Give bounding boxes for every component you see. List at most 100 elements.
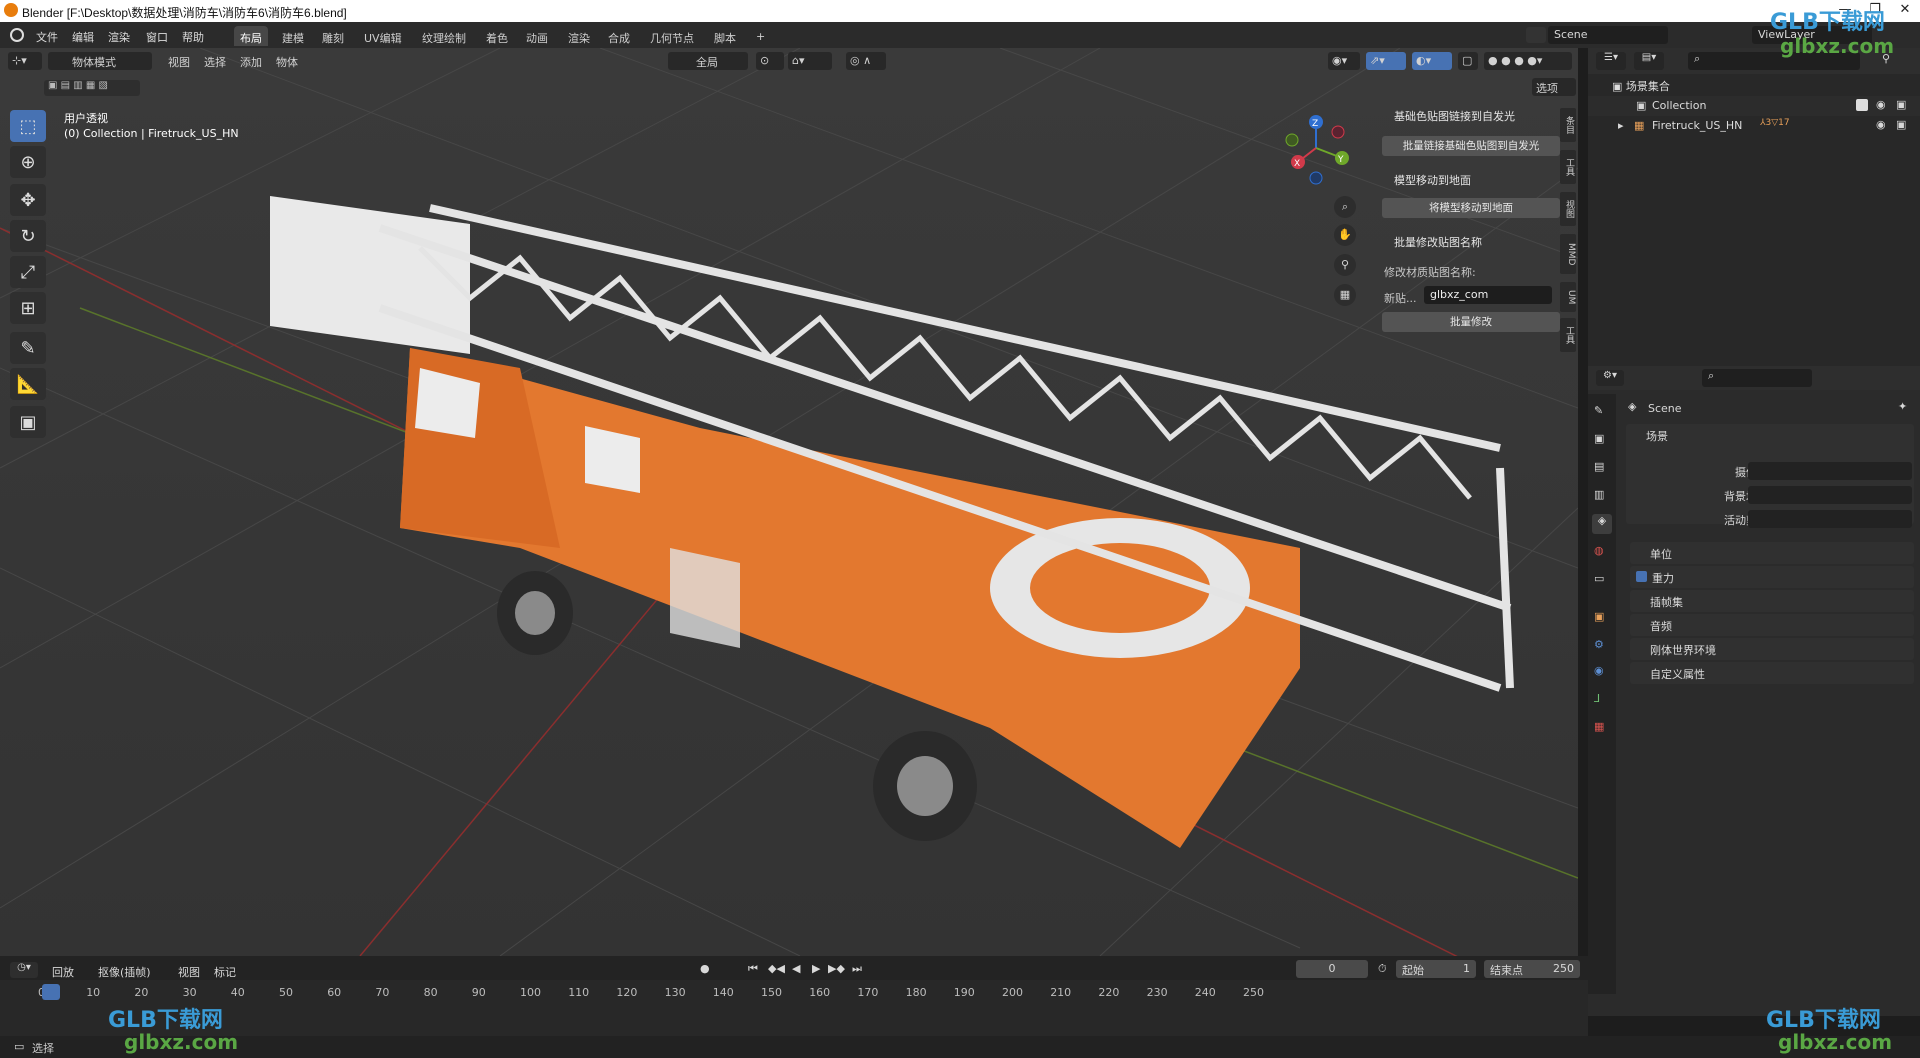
menu-select[interactable]: 选择 <box>200 52 230 70</box>
end-frame-field[interactable]: 结束点 250 <box>1484 960 1580 978</box>
tab-modeling[interactable]: 建模 <box>276 26 310 46</box>
jump-end-icon[interactable]: ⏭ <box>852 962 862 976</box>
tab-texture-paint[interactable]: 纹理绘制 <box>416 26 472 46</box>
select-box-tool[interactable]: ⬚ <box>10 110 46 142</box>
gravity-checkbox[interactable] <box>1636 571 1647 582</box>
camera-view-icon[interactable]: ⚲ <box>1334 254 1356 276</box>
object-tab-icon[interactable]: ▣ <box>1594 610 1604 623</box>
scale-tool[interactable]: ⤢ <box>10 256 46 288</box>
tab-scripting[interactable]: 脚本 <box>708 26 742 46</box>
close-icon[interactable]: ✕ <box>1890 2 1920 17</box>
section-rename-title[interactable]: 批量修改贴图名称 <box>1380 234 1482 250</box>
bg-scene-field[interactable] <box>1748 486 1912 504</box>
xray-icon[interactable]: ▢ <box>1458 52 1478 70</box>
stopwatch-icon[interactable]: ⏱ <box>1378 962 1387 976</box>
start-frame-field[interactable]: 起始 1 <box>1396 960 1476 978</box>
cursor-tool[interactable]: ⊕ <box>10 146 46 178</box>
pin-icon[interactable]: ✦ <box>1898 400 1907 413</box>
playhead[interactable] <box>42 984 60 1000</box>
tab-um[interactable]: UM <box>1560 282 1576 312</box>
tab-tool-2[interactable]: 工具 <box>1560 318 1576 352</box>
scene-name-field[interactable]: Scene <box>1548 26 1668 44</box>
camera-icon[interactable]: ▣ <box>1896 118 1906 131</box>
outliner-root[interactable]: ▣ 场景集合 <box>1612 78 1670 94</box>
current-frame-field[interactable]: 0 <box>1296 960 1368 978</box>
eye-icon[interactable]: ◉ <box>1876 118 1886 131</box>
menu-view[interactable]: 视图 <box>178 964 200 980</box>
menu-marker[interactable]: 标记 <box>214 964 236 980</box>
outliner-row-firetruck[interactable]: ▸ ▦ Firetruck_US_HN ⅄3▽17 ◉ ▣ <box>1588 116 1920 136</box>
play-icon[interactable]: ▶ <box>812 962 820 975</box>
units-section[interactable]: 单位 <box>1630 542 1914 564</box>
pivot-icon[interactable]: ⊙ <box>756 52 784 70</box>
rotate-tool[interactable]: ↻ <box>10 220 46 252</box>
add-cube-tool[interactable]: ▣ <box>10 406 46 438</box>
scene-selector-icon[interactable] <box>1526 27 1546 43</box>
prev-keyframe-icon[interactable]: ◆◀ <box>768 962 785 975</box>
audio-section[interactable]: 音频 <box>1630 614 1914 636</box>
transform-tool[interactable]: ⊞ <box>10 292 46 324</box>
move-tool[interactable]: ✥ <box>10 184 46 216</box>
batch-rename-button[interactable]: 批量修改 <box>1382 312 1560 332</box>
menu-view[interactable]: 视图 <box>164 52 194 70</box>
keying-sets-section[interactable]: 插帧集 <box>1630 590 1914 612</box>
gravity-section[interactable]: 重力 <box>1630 566 1914 588</box>
shading-modes-icon[interactable]: ● ● ● ●▾ <box>1484 52 1572 70</box>
rigid-body-world-section[interactable]: 刚体世界环境 <box>1630 638 1914 660</box>
menu-window[interactable]: 窗口 <box>146 29 168 45</box>
link-emission-button[interactable]: 批量链接基础色贴图到自发光 <box>1382 136 1560 156</box>
menu-keying[interactable]: 抠像(插帧) <box>98 964 151 980</box>
outliner-editor-icon[interactable]: ☰▾ <box>1596 52 1626 70</box>
tab-compositing[interactable]: 合成 <box>602 26 636 46</box>
exclude-checkbox[interactable] <box>1856 99 1868 111</box>
navigation-gizmo[interactable]: Z Y X <box>1280 112 1360 192</box>
record-button[interactable]: ● <box>700 962 710 975</box>
view-layer-tab-icon[interactable]: ▥ <box>1594 488 1604 501</box>
properties-search-input[interactable]: ⌕ <box>1702 369 1812 387</box>
snap-icon[interactable]: ⌂▾ <box>788 52 832 70</box>
constraint-tab-icon[interactable]: ⅃ <box>1594 692 1600 705</box>
expand-arrow-icon[interactable]: ▸ <box>1618 119 1624 132</box>
move-to-ground-button[interactable]: 将模型移动到地面 <box>1382 198 1560 218</box>
select-mode-icons[interactable]: ▣ ▤ ▥ ▦ ▧ <box>44 80 140 96</box>
overlay-toggle-icon[interactable]: ◐▾ <box>1412 52 1452 70</box>
menu-render[interactable]: 渲染 <box>108 29 130 45</box>
play-reverse-icon[interactable]: ◀ <box>792 962 800 975</box>
menu-file[interactable]: 文件 <box>36 29 58 45</box>
tab-mmd[interactable]: MMD <box>1560 234 1576 274</box>
menu-object[interactable]: 物体 <box>272 52 302 70</box>
gizmo-toggle-icon[interactable]: ⇗▾ <box>1366 52 1406 70</box>
mode-dropdown[interactable]: 物体模式 <box>48 52 152 70</box>
camera-field[interactable] <box>1748 462 1912 480</box>
transform-orientation-dropdown[interactable]: 全局 <box>668 52 748 70</box>
pan-hand-icon[interactable]: ✋ <box>1334 224 1356 246</box>
tab-rendering[interactable]: 渲染 <box>562 26 596 46</box>
section-ground-title[interactable]: 模型移动到地面 <box>1380 172 1471 188</box>
scene-tab-icon[interactable]: ◈ <box>1592 514 1612 534</box>
frame-ruler[interactable]: 0102030405060708090100110120130140150160… <box>0 980 1588 1036</box>
tool-tab-icon[interactable]: ✎ <box>1594 404 1603 417</box>
tab-item[interactable]: 条目 <box>1560 108 1576 142</box>
physics-tab-icon[interactable]: ◉ <box>1594 664 1604 677</box>
menu-add[interactable]: 添加 <box>236 52 266 70</box>
texture-tab-icon[interactable]: ▦ <box>1594 720 1604 733</box>
tab-view[interactable]: 视图 <box>1560 192 1576 226</box>
zoom-icon[interactable]: ⌕ <box>1334 196 1356 218</box>
tab-geometry-nodes[interactable]: 几何节点 <box>644 26 700 46</box>
next-keyframe-icon[interactable]: ▶◆ <box>828 962 845 975</box>
modifier-tab-icon[interactable]: ⚙ <box>1594 638 1604 651</box>
tab-shading[interactable]: 着色 <box>480 26 514 46</box>
render-tab-icon[interactable]: ▣ <box>1594 432 1604 445</box>
camera-icon[interactable]: ▣ <box>1896 98 1906 111</box>
jump-start-icon[interactable]: ⏮ <box>748 962 758 976</box>
tab-animation[interactable]: 动画 <box>520 26 554 46</box>
perspective-toggle-icon[interactable]: ▦ <box>1334 284 1356 306</box>
outliner-row-collection[interactable]: ▣ Collection ◉ ▣ <box>1588 96 1920 116</box>
tab-tool[interactable]: 工具 <box>1560 150 1576 184</box>
visibility-icon[interactable]: ◉▾ <box>1328 52 1360 70</box>
tab-sculpting[interactable]: 雕刻 <box>316 26 350 46</box>
section-emission-title[interactable]: 基础色贴图链接到自发光 <box>1380 108 1515 124</box>
tab-uv-editing[interactable]: UV编辑 <box>358 26 408 46</box>
editor-type-icon[interactable]: ⊹▾ <box>8 52 42 70</box>
active-clip-field[interactable] <box>1748 510 1912 528</box>
